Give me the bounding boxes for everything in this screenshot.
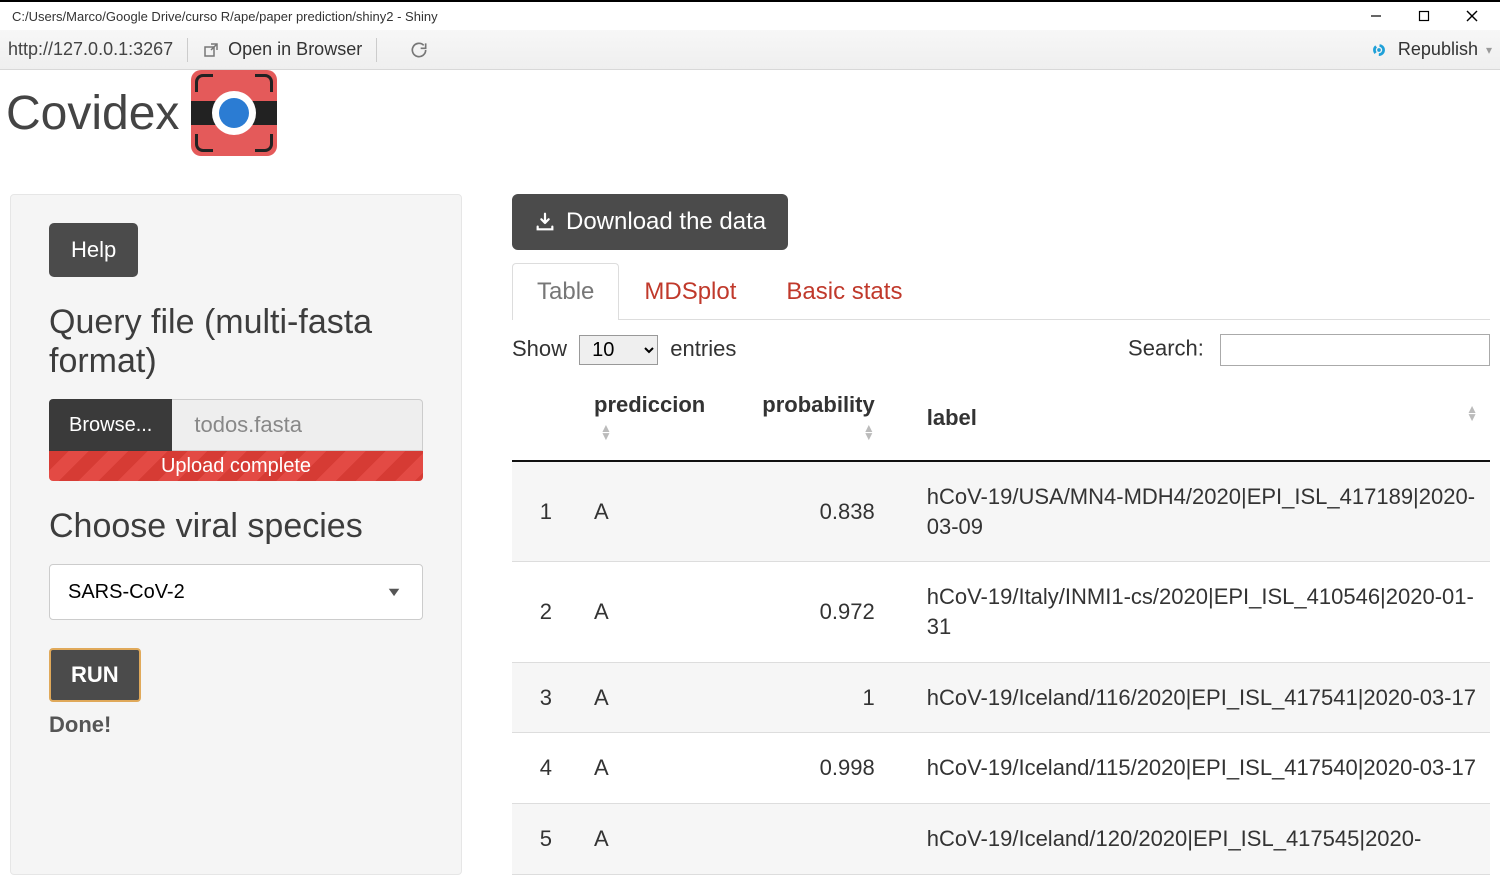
cell-label: hCoV-19/Iceland/115/2020|EPI_ISL_417540|… — [915, 733, 1490, 804]
republish-label: Republish — [1398, 39, 1478, 60]
url-text: http://127.0.0.1:3267 — [8, 39, 173, 60]
cell-index: 4 — [512, 733, 582, 804]
cell-label: hCoV-19/Iceland/116/2020|EPI_ISL_417541|… — [915, 662, 1490, 733]
table-row[interactable]: 5AhCoV-19/Iceland/120/2020|EPI_ISL_41754… — [512, 804, 1490, 875]
table-row[interactable]: 2A0.972hCoV-19/Italy/INMI1-cs/2020|EPI_I… — [512, 562, 1490, 662]
sort-icon: ▲▼ — [600, 424, 612, 440]
app-title: Covidex — [6, 86, 179, 141]
app-logo — [191, 70, 277, 156]
app-toolbar: http://127.0.0.1:3267 Open in Browser Re… — [0, 30, 1500, 70]
cell-label: hCoV-19/Italy/INMI1-cs/2020|EPI_ISL_4105… — [915, 562, 1490, 662]
tab-mdsplot[interactable]: MDSplot — [619, 263, 761, 320]
sort-icon: ▲▼ — [863, 424, 875, 440]
cell-pred: A — [582, 733, 734, 804]
tab-basic-stats[interactable]: Basic stats — [761, 263, 927, 320]
col-index[interactable] — [512, 378, 582, 461]
col-prediccion[interactable]: prediccion ▲▼ — [582, 378, 734, 461]
download-label: Download the data — [566, 208, 766, 236]
cell-prob: 0.998 — [734, 733, 915, 804]
query-file-title: Query file (multi-fasta format) — [49, 303, 423, 381]
show-label-post: entries — [670, 336, 736, 361]
cell-label: hCoV-19/Iceland/120/2020|EPI_ISL_417545|… — [915, 804, 1490, 875]
window-titlebar: C:/Users/Marco/Google Drive/curso R/ape/… — [0, 0, 1500, 30]
run-button[interactable]: RUN — [49, 648, 141, 702]
species-select[interactable]: SARS-CoV-2 — [49, 564, 423, 620]
window-close-button[interactable] — [1448, 2, 1496, 30]
cell-prob: 0.972 — [734, 562, 915, 662]
tab-table[interactable]: Table — [512, 263, 619, 320]
search-label: Search: — [1128, 336, 1204, 361]
window-title: C:/Users/Marco/Google Drive/curso R/ape/… — [8, 9, 1352, 24]
cell-prob — [734, 804, 915, 875]
cell-prob: 0.838 — [734, 461, 915, 562]
cell-pred: A — [582, 562, 734, 662]
main-panel: Download the data Table MDSplot Basic st… — [512, 194, 1490, 875]
popout-icon — [202, 41, 220, 59]
open-in-browser-label: Open in Browser — [228, 39, 362, 60]
table-row[interactable]: 4A0.998hCoV-19/Iceland/115/2020|EPI_ISL_… — [512, 733, 1490, 804]
species-title: Choose viral species — [49, 507, 423, 546]
window-maximize-button[interactable] — [1400, 2, 1448, 30]
table-controls: Show 10 entries Search: — [512, 334, 1490, 366]
window-controls — [1352, 2, 1496, 30]
table-row[interactable]: 1A0.838hCoV-19/USA/MN4-MDH4/2020|EPI_ISL… — [512, 461, 1490, 562]
file-name-display: todos.fasta — [172, 399, 423, 451]
done-status: Done! — [49, 712, 423, 738]
cell-index: 2 — [512, 562, 582, 662]
sort-icon: ▲▼ — [1466, 405, 1478, 421]
cell-pred: A — [582, 804, 734, 875]
species-select-wrap: SARS-CoV-2 — [49, 564, 423, 620]
refresh-icon[interactable] — [409, 40, 429, 60]
search-input[interactable] — [1220, 334, 1490, 366]
open-in-browser-button[interactable]: Open in Browser — [202, 39, 362, 60]
show-entries: Show 10 entries — [512, 335, 736, 365]
sidebar-panel: Help Query file (multi-fasta format) Bro… — [10, 194, 462, 875]
upload-progress-bar: Upload complete — [49, 451, 423, 481]
entries-select[interactable]: 10 — [579, 335, 658, 365]
cell-index: 1 — [512, 461, 582, 562]
window-minimize-button[interactable] — [1352, 2, 1400, 30]
download-icon — [534, 211, 556, 233]
cell-pred: A — [582, 461, 734, 562]
cell-index: 3 — [512, 662, 582, 733]
results-table: prediccion ▲▼ probability ▲▼ label ▲▼ 1A… — [512, 378, 1490, 875]
app-body: Help Query file (multi-fasta format) Bro… — [0, 174, 1500, 875]
app-header: Covidex — [0, 70, 1500, 174]
col-label[interactable]: label ▲▼ — [915, 378, 1490, 461]
download-button[interactable]: Download the data — [512, 194, 788, 250]
cell-label: hCoV-19/USA/MN4-MDH4/2020|EPI_ISL_417189… — [915, 461, 1490, 562]
show-label-pre: Show — [512, 336, 567, 361]
tabs: Table MDSplot Basic stats — [512, 262, 1490, 320]
chevron-down-icon: ▾ — [1486, 43, 1492, 57]
republish-icon — [1368, 39, 1390, 61]
search-box: Search: — [1128, 334, 1490, 366]
table-row[interactable]: 3A1hCoV-19/Iceland/116/2020|EPI_ISL_4175… — [512, 662, 1490, 733]
help-button[interactable]: Help — [49, 223, 138, 277]
col-probability[interactable]: probability ▲▼ — [734, 378, 915, 461]
cell-prob: 1 — [734, 662, 915, 733]
file-input-row: Browse... todos.fasta — [49, 399, 423, 451]
cell-index: 5 — [512, 804, 582, 875]
cell-pred: A — [582, 662, 734, 733]
browse-button[interactable]: Browse... — [49, 399, 172, 451]
virus-icon — [219, 98, 249, 128]
republish-button[interactable]: Republish ▾ — [1368, 39, 1492, 61]
